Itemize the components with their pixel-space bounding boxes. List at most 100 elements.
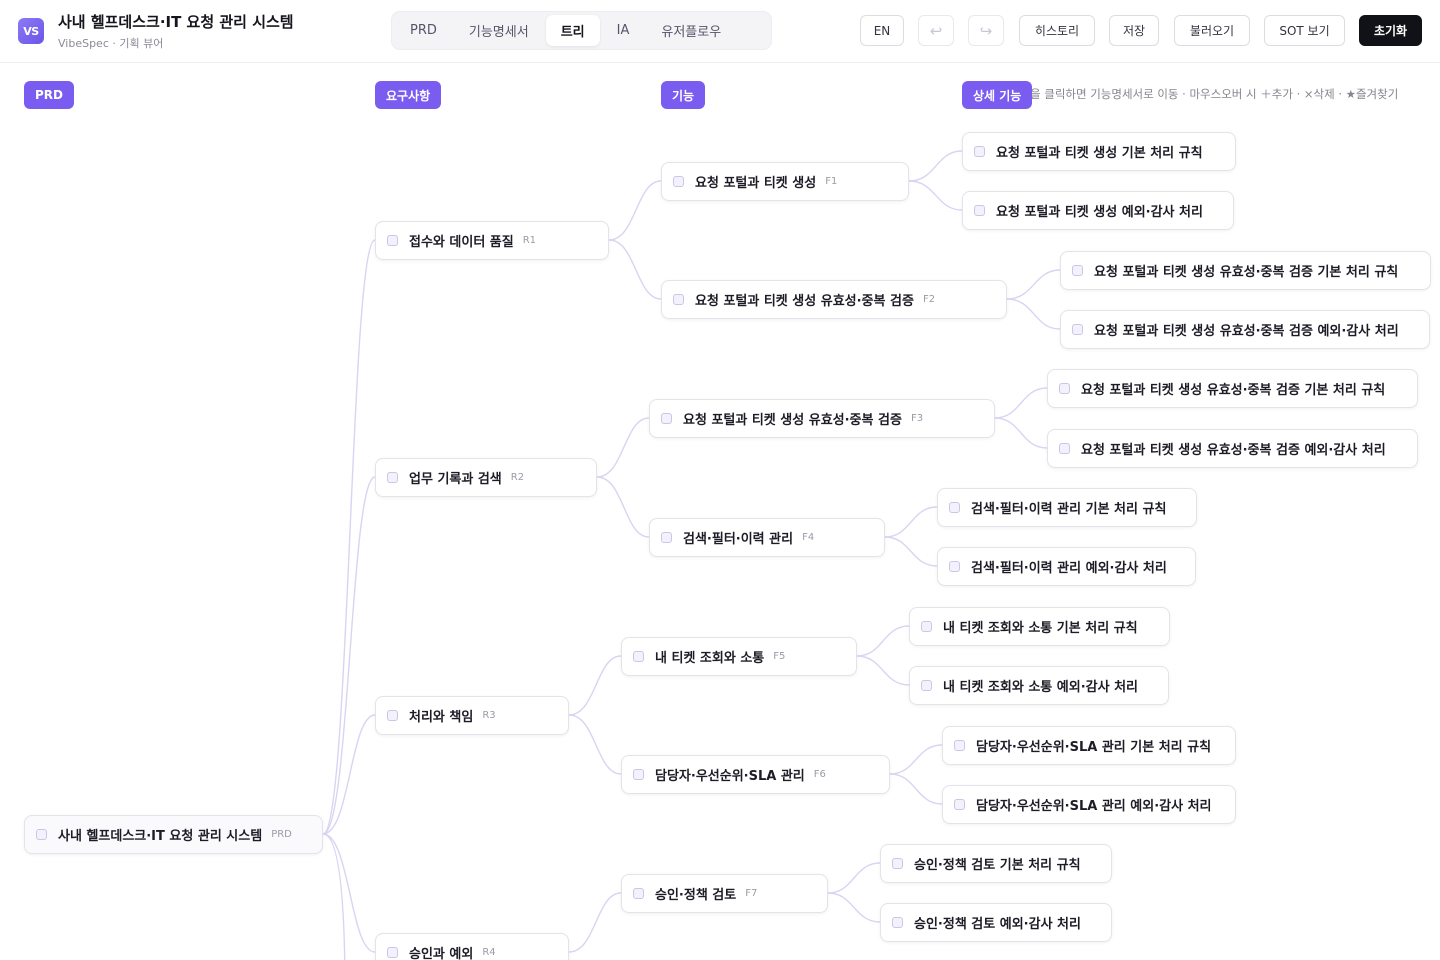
node-label: 접수와 데이터 품질 bbox=[409, 235, 514, 250]
node-label: 요청 포털과 티켓 생성 유효성·중복 검증 기본 처리 규칙 bbox=[1081, 383, 1386, 398]
tab-userflow[interactable]: 유저플로우 bbox=[646, 15, 736, 46]
node-checkbox[interactable] bbox=[1072, 265, 1083, 276]
node-checkbox[interactable] bbox=[974, 146, 985, 157]
node-checkbox[interactable] bbox=[892, 858, 903, 869]
node-label: 요청 포털과 티켓 생성 bbox=[695, 176, 817, 191]
tree-node-detail[interactable]: 검색·필터·이력 관리 기본 처리 규칙 bbox=[937, 488, 1197, 527]
tree-canvas[interactable]: PRD 요구사항 기능 을 클릭하면 기능명세서로 이동 · 마우스오버 시 ＋… bbox=[0, 64, 1440, 960]
tree-node-root[interactable]: 사내 헬프데스크·IT 요청 관리 시스템 PRD bbox=[24, 815, 323, 854]
tab-spec[interactable]: 기능명세서 bbox=[454, 15, 544, 46]
tree-node-requirement[interactable]: 승인과 예외 R4 bbox=[375, 933, 569, 960]
node-checkbox[interactable] bbox=[633, 769, 644, 780]
reset-button[interactable]: 초기화 bbox=[1359, 15, 1422, 46]
node-checkbox[interactable] bbox=[387, 710, 398, 721]
tree-node-detail[interactable]: 담당자·우선순위·SLA 관리 예외·감사 처리 bbox=[942, 785, 1236, 824]
tree-node-detail[interactable]: 승인·정책 검토 기본 처리 규칙 bbox=[880, 844, 1112, 883]
tree-node-detail[interactable]: 검색·필터·이력 관리 예외·감사 처리 bbox=[937, 547, 1196, 586]
tree-link bbox=[596, 417, 650, 478]
node-label: 업무 기록과 검색 bbox=[409, 472, 502, 487]
tab-prd[interactable]: PRD bbox=[395, 15, 452, 46]
column-label-prd: PRD bbox=[24, 81, 74, 109]
tree-node-detail[interactable]: 요청 포털과 티켓 생성 유효성·중복 검증 기본 처리 규칙 bbox=[1047, 369, 1418, 408]
node-code: R1 bbox=[522, 235, 537, 246]
tree-node-requirement[interactable]: 처리와 책임 R3 bbox=[375, 696, 569, 735]
node-checkbox[interactable] bbox=[949, 561, 960, 572]
node-checkbox[interactable] bbox=[387, 472, 398, 483]
node-checkbox[interactable] bbox=[673, 294, 684, 305]
node-label: 승인·정책 검토 예외·감사 처리 bbox=[914, 917, 1081, 932]
tree-node-detail[interactable]: 요청 포털과 티켓 생성 기본 처리 규칙 bbox=[962, 132, 1236, 171]
language-button[interactable]: EN bbox=[860, 15, 904, 46]
tree-node-feature[interactable]: 승인·정책 검토 F7 bbox=[621, 874, 828, 913]
tree-link bbox=[608, 239, 662, 300]
tree-link bbox=[908, 180, 963, 211]
node-checkbox[interactable] bbox=[661, 532, 672, 543]
load-button[interactable]: 불러오기 bbox=[1174, 15, 1250, 46]
node-label: 검색·필터·이력 관리 기본 처리 규칙 bbox=[971, 502, 1167, 517]
node-checkbox[interactable] bbox=[387, 235, 398, 246]
tree-node-detail[interactable]: 요청 포털과 티켓 생성 유효성·중복 검증 예외·감사 처리 bbox=[1047, 429, 1418, 468]
tree-node-feature[interactable]: 담당자·우선순위·SLA 관리 F6 bbox=[621, 755, 890, 794]
node-label: 담당자·우선순위·SLA 관리 기본 처리 규칙 bbox=[976, 740, 1212, 755]
redo-icon[interactable]: ↪ bbox=[968, 15, 1004, 46]
node-label: 요청 포털과 티켓 생성 유효성·중복 검증 예외·감사 처리 bbox=[1094, 324, 1399, 339]
column-label-requirements: 요구사항 bbox=[375, 81, 442, 109]
tree-node-detail[interactable]: 요청 포털과 티켓 생성 유효성·중복 검증 예외·감사 처리 bbox=[1060, 310, 1430, 349]
history-button[interactable]: 히스토리 bbox=[1019, 15, 1095, 46]
tree-node-detail[interactable]: 승인·정책 검토 예외·감사 처리 bbox=[880, 903, 1112, 942]
tree-node-detail[interactable]: 내 티켓 조회와 소통 예외·감사 처리 bbox=[909, 666, 1169, 705]
tree-node-feature[interactable]: 요청 포털과 티켓 생성 유효성·중복 검증 F2 bbox=[661, 280, 1007, 319]
node-checkbox[interactable] bbox=[921, 680, 932, 691]
tree-node-feature[interactable]: 요청 포털과 티켓 생성 유효성·중복 검증 F3 bbox=[649, 399, 995, 438]
node-label: 요청 포털과 티켓 생성 유효성·중복 검증 bbox=[683, 413, 902, 428]
tree-node-detail[interactable]: 요청 포털과 티켓 생성 유효성·중복 검증 기본 처리 규칙 bbox=[1060, 251, 1431, 290]
node-checkbox[interactable] bbox=[633, 651, 644, 662]
node-label: 검색·필터·이력 관리 예외·감사 처리 bbox=[971, 561, 1167, 576]
undo-icon[interactable]: ↩ bbox=[918, 15, 954, 46]
tree-node-detail[interactable]: 요청 포털과 티켓 생성 예외·감사 처리 bbox=[962, 191, 1234, 230]
tree-node-detail[interactable]: 담당자·우선순위·SLA 관리 기본 처리 규칙 bbox=[942, 726, 1236, 765]
node-label: 사내 헬프데스크·IT 요청 관리 시스템 bbox=[58, 829, 263, 844]
node-checkbox[interactable] bbox=[949, 502, 960, 513]
node-checkbox[interactable] bbox=[661, 413, 672, 424]
tab-tree[interactable]: 트리 bbox=[545, 15, 600, 46]
tree-node-feature[interactable]: 내 티켓 조회와 소통 F5 bbox=[621, 637, 857, 676]
column-label-features: 기능 bbox=[661, 81, 706, 109]
tree-link bbox=[608, 180, 662, 241]
tree-link bbox=[827, 892, 881, 923]
node-label: 담당자·우선순위·SLA 관리 bbox=[655, 769, 805, 784]
node-checkbox[interactable] bbox=[954, 799, 965, 810]
tree-link bbox=[568, 655, 622, 716]
node-checkbox[interactable] bbox=[892, 917, 903, 928]
tab-ia[interactable]: IA bbox=[602, 15, 645, 46]
tree-node-feature[interactable]: 검색·필터·이력 관리 F4 bbox=[649, 518, 885, 557]
tree-node-feature[interactable]: 요청 포털과 티켓 생성 F1 bbox=[661, 162, 909, 201]
node-code: F4 bbox=[802, 532, 815, 543]
app-title: 사내 헬프데스크·IT 요청 관리 시스템 bbox=[58, 13, 294, 31]
tree-link bbox=[1006, 269, 1061, 300]
tree-node-requirement[interactable]: 접수와 데이터 품질 R1 bbox=[375, 221, 609, 260]
tree-link bbox=[884, 536, 938, 567]
node-checkbox[interactable] bbox=[1072, 324, 1083, 335]
tree-link bbox=[322, 833, 346, 960]
node-code: F3 bbox=[910, 413, 924, 424]
node-checkbox[interactable] bbox=[673, 176, 684, 187]
tree-link bbox=[889, 744, 943, 775]
node-checkbox[interactable] bbox=[387, 947, 398, 958]
save-button[interactable]: 저장 bbox=[1109, 15, 1159, 46]
node-label: 처리와 책임 bbox=[409, 710, 474, 725]
sot-view-button[interactable]: SOT 보기 bbox=[1264, 15, 1345, 46]
node-checkbox[interactable] bbox=[921, 621, 932, 632]
node-checkbox[interactable] bbox=[954, 740, 965, 751]
node-code: R3 bbox=[482, 710, 496, 721]
tree-node-requirement[interactable]: 업무 기록과 검색 R2 bbox=[375, 458, 597, 497]
node-checkbox[interactable] bbox=[1059, 443, 1070, 454]
node-checkbox[interactable] bbox=[1059, 383, 1070, 394]
node-label: 내 티켓 조회와 소통 기본 처리 규칙 bbox=[943, 621, 1138, 636]
tree-node-detail[interactable]: 내 티켓 조회와 소통 기본 처리 규칙 bbox=[909, 607, 1170, 646]
node-checkbox[interactable] bbox=[36, 829, 47, 840]
node-label: 검색·필터·이력 관리 bbox=[683, 532, 794, 547]
node-checkbox[interactable] bbox=[633, 888, 644, 899]
node-checkbox[interactable] bbox=[974, 205, 985, 216]
node-code: PRD bbox=[271, 829, 292, 840]
